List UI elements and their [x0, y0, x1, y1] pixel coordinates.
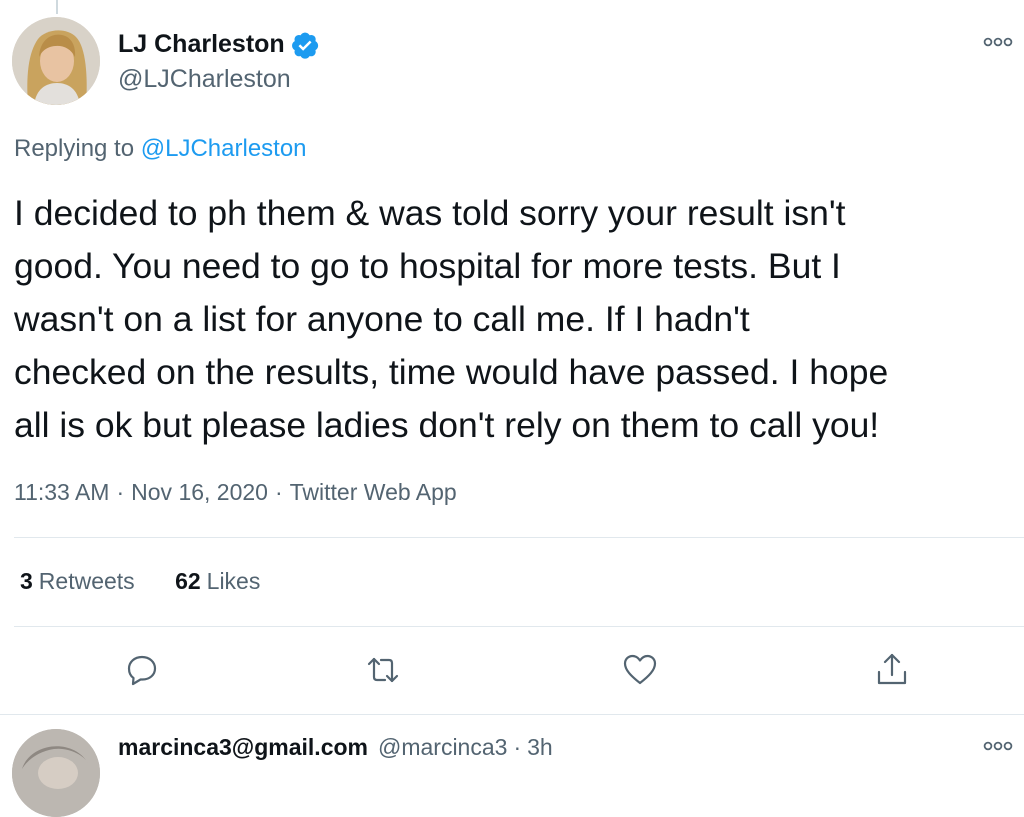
- retweets-stat[interactable]: 3 Retweets: [20, 566, 135, 596]
- tweet-source[interactable]: Twitter Web App: [290, 476, 457, 508]
- reply-author-handle[interactable]: @marcinca3: [378, 734, 507, 760]
- reply-author-name[interactable]: marcinca3@gmail.com: [118, 734, 368, 760]
- likes-stat[interactable]: 62 Likes: [175, 566, 260, 596]
- reply-author-avatar-image: [12, 729, 100, 817]
- tweet-metadata: 11:33 AM · Nov 16, 2020 · Twitter Web App: [14, 476, 457, 508]
- retweet-icon: [367, 657, 399, 683]
- thread-connector-line: [56, 0, 58, 14]
- like-button[interactable]: [620, 650, 660, 690]
- more-options-icon[interactable]: [980, 34, 1016, 50]
- retweet-button[interactable]: [363, 650, 403, 690]
- more-options-icon[interactable]: [980, 738, 1016, 754]
- reply-button[interactable]: [122, 650, 162, 690]
- divider: [14, 537, 1024, 538]
- replying-to-prefix: Replying to: [14, 135, 135, 162]
- meta-separator: ·: [116, 479, 125, 505]
- divider: [14, 626, 1024, 627]
- reply-icon: [127, 655, 157, 686]
- heart-icon: [623, 654, 657, 685]
- share-button[interactable]: [872, 650, 912, 690]
- meta-separator: ·: [274, 479, 283, 505]
- author-handle[interactable]: @LJCharleston: [118, 64, 291, 94]
- reply-time[interactable]: 3h: [527, 734, 553, 760]
- tweet-time[interactable]: 11:33 AM: [14, 476, 109, 508]
- likes-count: 62: [175, 568, 201, 594]
- verified-badge-icon: [290, 30, 320, 60]
- divider: [0, 714, 1024, 715]
- author-avatar[interactable]: [12, 17, 100, 105]
- engagement-stats: 3 Retweets 62 Likes: [20, 566, 260, 596]
- retweets-label: Retweets: [38, 568, 135, 594]
- reply-author-line: marcinca3@gmail.com @marcinca3 · 3h: [118, 732, 553, 762]
- likes-label: Likes: [206, 568, 261, 594]
- author-display-name[interactable]: LJ Charleston: [118, 28, 285, 60]
- reply-author-avatar[interactable]: [12, 729, 100, 817]
- replying-to-link[interactable]: @LJCharleston: [141, 135, 307, 162]
- reply-separator: ·: [513, 734, 522, 760]
- share-icon: [877, 653, 907, 685]
- tweet-body-text: I decided to ph them & was told sorry yo…: [14, 193, 889, 445]
- tweet-date[interactable]: Nov 16, 2020: [131, 476, 268, 508]
- retweets-count: 3: [20, 568, 33, 594]
- replying-to-line: Replying to @LJCharleston: [14, 134, 307, 164]
- author-avatar-image: [12, 17, 100, 105]
